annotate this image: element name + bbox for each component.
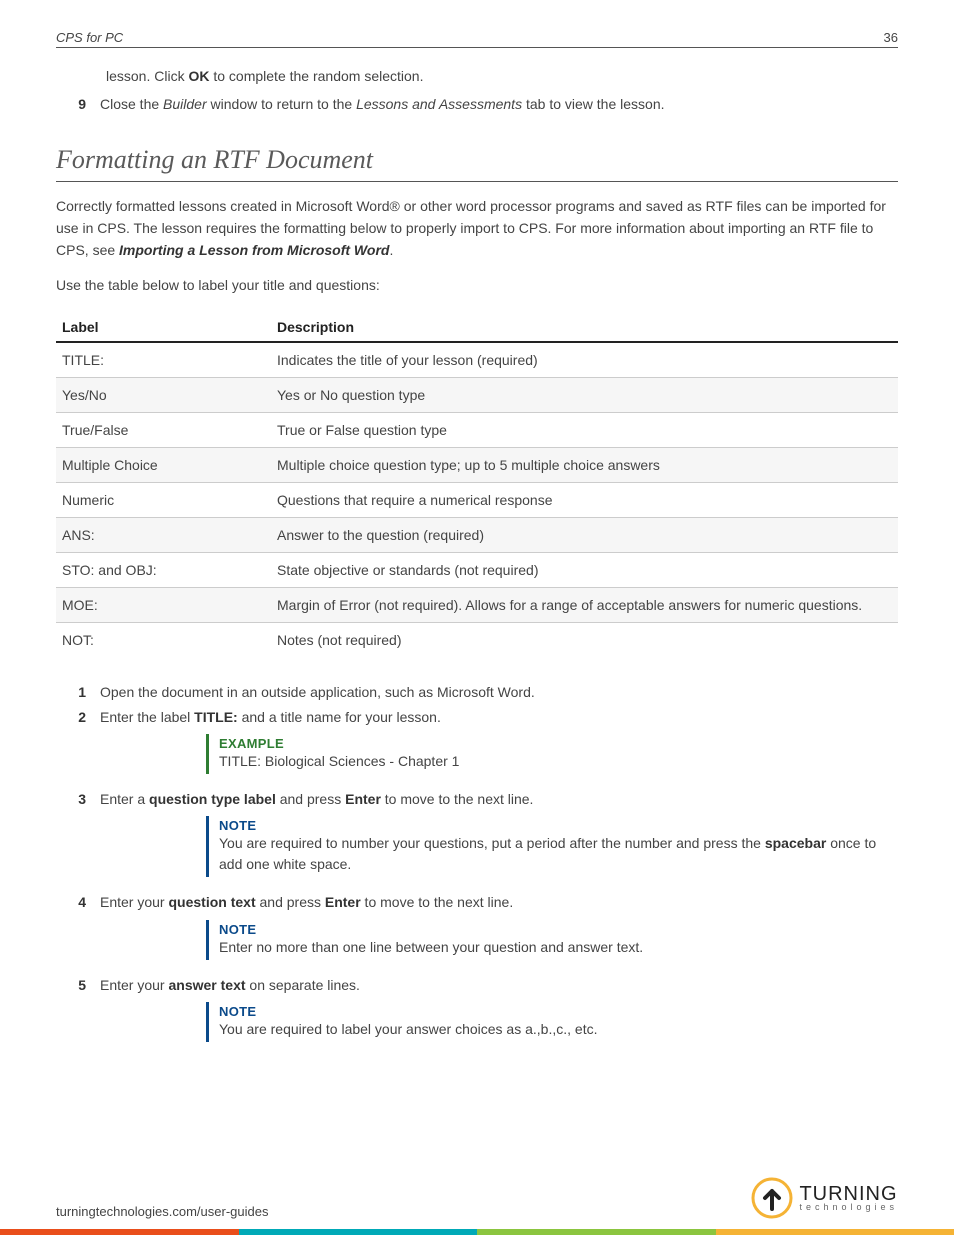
step-body: Close the Builder window to return to th… [100, 93, 898, 115]
list-item: 4 Enter your question text and press Ente… [56, 891, 898, 913]
table-cell-label: MOE: [56, 588, 271, 623]
step-number: 5 [56, 974, 86, 996]
list-item: 5 Enter your answer text on separate line… [56, 974, 898, 996]
table-row: NumericQuestions that require a numerica… [56, 483, 898, 518]
callout-body: Enter no more than one line between your… [219, 937, 888, 958]
table-cell-desc: Indicates the title of your lesson (requ… [271, 342, 898, 378]
section-intro-2: Use the table below to label your title … [56, 275, 898, 297]
table-cell-label: Multiple Choice [56, 448, 271, 483]
table-row: True/FalseTrue or False question type [56, 413, 898, 448]
table-header-desc: Description [271, 311, 898, 342]
list-item: 1 Open the document in an outside applica… [56, 681, 898, 703]
footer-link: turningtechnologies.com/user-guides [56, 1204, 268, 1219]
table-cell-label: Numeric [56, 483, 271, 518]
prior-step-list: 9 Close the Builder window to return to … [56, 93, 898, 115]
logo-text-bottom: technologies [799, 1203, 898, 1211]
step-number: 4 [56, 891, 86, 913]
callout-body: TITLE: Biological Sciences - Chapter 1 [219, 751, 888, 772]
example-callout: EXAMPLETITLE: Biological Sciences - Chap… [206, 734, 898, 774]
steps-list: 1 Open the document in an outside applica… [56, 681, 898, 1042]
table-cell-desc: Notes (not required) [271, 623, 898, 658]
step-body: Enter a question type label and press En… [100, 788, 898, 810]
step-body: Enter the label TITLE: and a title name … [100, 706, 898, 728]
table-cell-label: Yes/No [56, 378, 271, 413]
section-intro-1: Correctly formatted lessons created in M… [56, 196, 898, 261]
table-cell-desc: Answer to the question (required) [271, 518, 898, 553]
page-header: CPS for PC 36 [56, 30, 898, 48]
step-body: Enter your question text and press Enter… [100, 891, 898, 913]
table-row: Yes/NoYes or No question type [56, 378, 898, 413]
page-number: 36 [884, 30, 898, 45]
list-item: 3 Enter a question type label and press E… [56, 788, 898, 810]
table-cell-desc: Questions that require a numerical respo… [271, 483, 898, 518]
callout-heading: EXAMPLE [219, 736, 888, 751]
company-logo: TURNING technologies [751, 1177, 898, 1219]
step-number: 2 [56, 706, 86, 728]
continued-text: lesson. Click OK to complete the random … [106, 66, 898, 87]
table-cell-desc: True or False question type [271, 413, 898, 448]
doc-title: CPS for PC [56, 30, 123, 45]
labels-table: Label Description TITLE:Indicates the ti… [56, 311, 898, 657]
footer-color-bar [0, 1229, 954, 1235]
callout-heading: NOTE [219, 922, 888, 937]
table-cell-label: STO: and OBJ: [56, 553, 271, 588]
step-body: Open the document in an outside applicat… [100, 681, 898, 703]
table-header-label: Label [56, 311, 271, 342]
note-callout: NOTEEnter no more than one line between … [206, 920, 898, 960]
table-cell-desc: Margin of Error (not required). Allows f… [271, 588, 898, 623]
step-number: 3 [56, 788, 86, 810]
step-body: Enter your answer text on separate lines… [100, 974, 898, 996]
callout-heading: NOTE [219, 818, 888, 833]
step-number: 1 [56, 681, 86, 703]
table-cell-label: TITLE: [56, 342, 271, 378]
table-cell-label: ANS: [56, 518, 271, 553]
table-cell-label: True/False [56, 413, 271, 448]
note-callout: NOTEYou are required to label your answe… [206, 1002, 898, 1042]
table-row: MOE:Margin of Error (not required). Allo… [56, 588, 898, 623]
logo-icon [751, 1177, 793, 1219]
table-row: STO: and OBJ:State objective or standard… [56, 553, 898, 588]
note-callout: NOTEYou are required to number your ques… [206, 816, 898, 877]
page-footer: turningtechnologies.com/user-guides TURN… [0, 1177, 954, 1235]
table-cell-desc: Yes or No question type [271, 378, 898, 413]
section-heading: Formatting an RTF Document [56, 145, 898, 182]
table-cell-desc: State objective or standards (not requir… [271, 553, 898, 588]
callout-heading: NOTE [219, 1004, 888, 1019]
table-row: TITLE:Indicates the title of your lesson… [56, 342, 898, 378]
callout-body: You are required to number your question… [219, 833, 888, 875]
table-cell-label: NOT: [56, 623, 271, 658]
table-row: ANS:Answer to the question (required) [56, 518, 898, 553]
table-row: NOT:Notes (not required) [56, 623, 898, 658]
callout-body: You are required to label your answer ch… [219, 1019, 888, 1040]
list-item: 2 Enter the label TITLE: and a title name… [56, 706, 898, 728]
step-number: 9 [56, 93, 86, 115]
table-row: Multiple ChoiceMultiple choice question … [56, 448, 898, 483]
logo-text-top: TURNING [799, 1185, 898, 1203]
table-cell-desc: Multiple choice question type; up to 5 m… [271, 448, 898, 483]
list-item: 9 Close the Builder window to return to … [56, 93, 898, 115]
